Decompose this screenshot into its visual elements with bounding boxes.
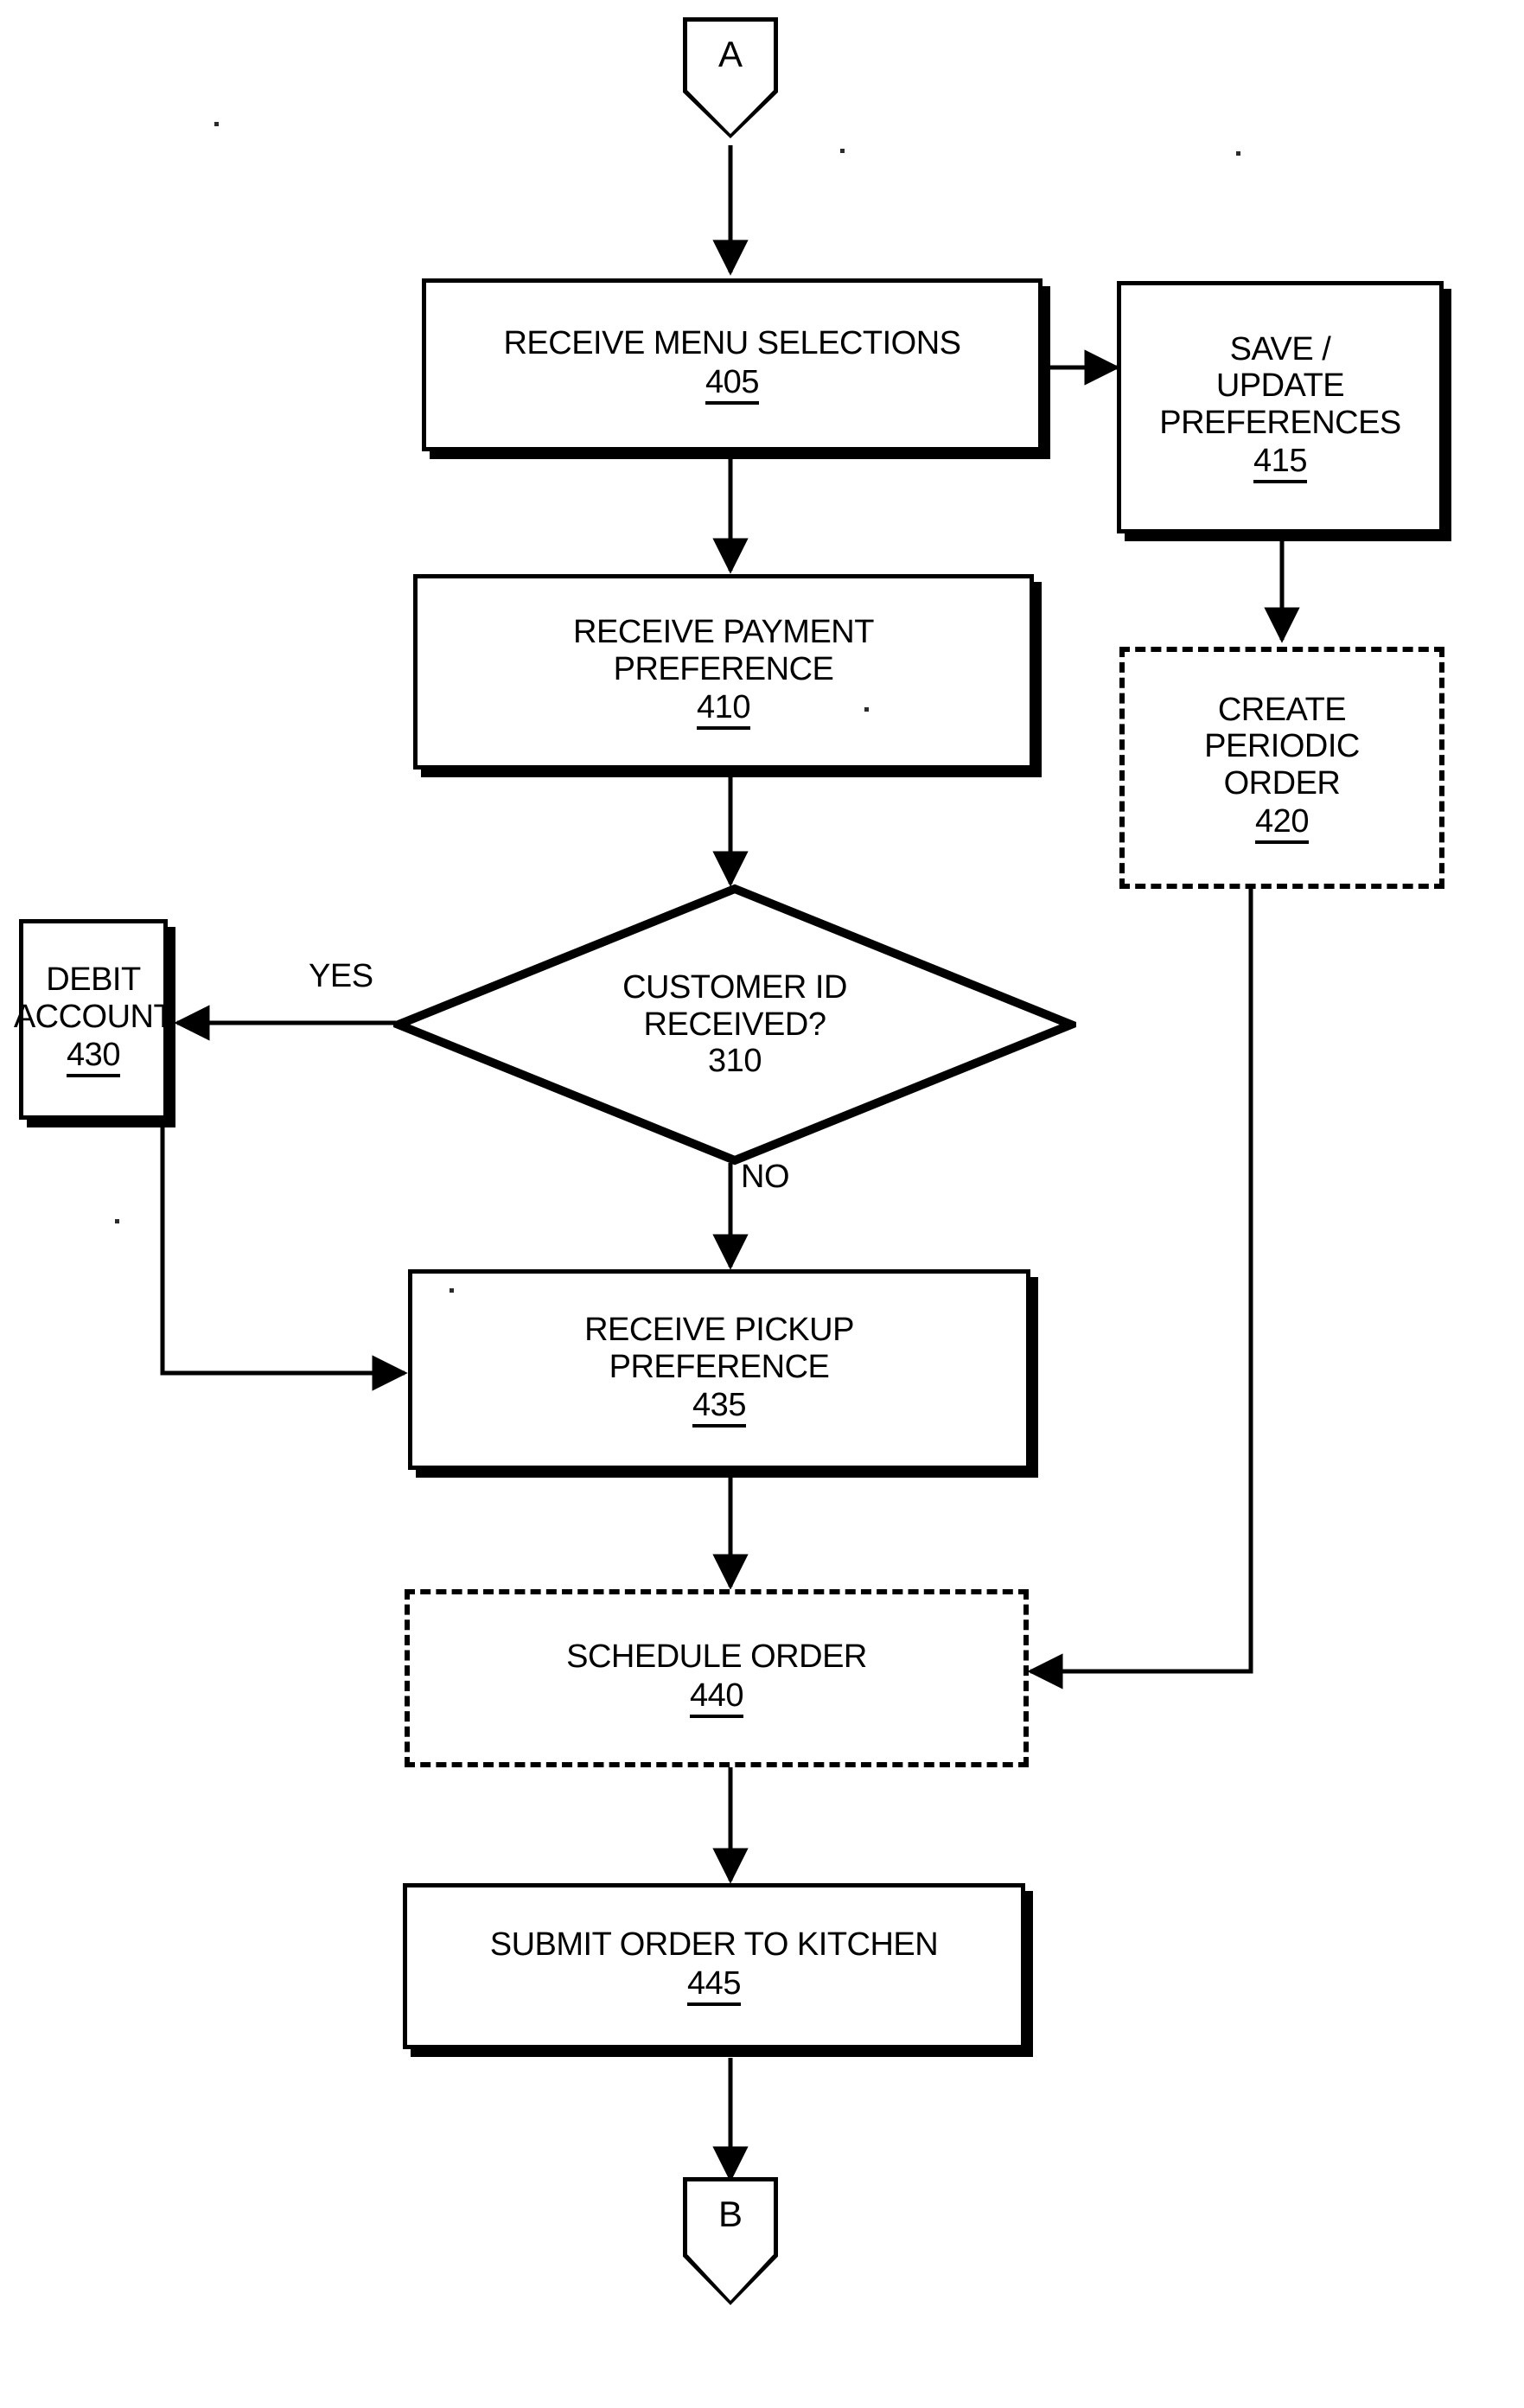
node-410-ref: 410: [697, 690, 750, 730]
node-415-ref: 415: [1253, 444, 1307, 484]
scan-speck: [1236, 151, 1240, 156]
node-create-periodic-order[interactable]: CREATE PERIODIC ORDER 420: [1119, 647, 1444, 889]
node-save-update-preferences[interactable]: SAVE / UPDATE PREFERENCES 415: [1117, 281, 1444, 533]
node-debit-account[interactable]: DEBIT ACCOUNT 430: [14, 919, 174, 1120]
node-receive-menu-selections[interactable]: RECEIVE MENU SELECTIONS 405: [422, 278, 1043, 451]
node-440-line1: SCHEDULE ORDER: [566, 1638, 867, 1676]
node-430-line2: ACCOUNT: [13, 998, 174, 1035]
node-420-line3: ORDER: [1223, 764, 1341, 802]
scan-speck: [840, 149, 845, 153]
node-410-line2: PREFERENCE: [613, 650, 834, 687]
node-415-line3: PREFERENCES: [1159, 404, 1401, 441]
node-310-text: CUSTOMER ID RECEIVED? 310: [393, 884, 1076, 1166]
scan-speck: [450, 1288, 454, 1293]
node-420-line1: CREATE: [1217, 691, 1347, 728]
node-415-line2: UPDATE: [1215, 367, 1345, 405]
node-430-ref: 430: [67, 1038, 120, 1077]
connector-b[interactable]: B: [683, 2177, 778, 2305]
node-submit-order-to-kitchen[interactable]: SUBMIT ORDER TO KITCHEN 445: [403, 1883, 1025, 2049]
scan-speck: [115, 1219, 119, 1223]
node-405-line1: RECEIVE MENU SELECTIONS: [503, 325, 961, 362]
edge-label-no: NO: [741, 1159, 790, 1195]
node-schedule-order[interactable]: SCHEDULE ORDER 440: [405, 1589, 1029, 1767]
edge-430-to-435: [160, 1124, 408, 1391]
node-445-line1: SUBMIT ORDER TO KITCHEN: [489, 1926, 939, 1964]
node-customer-id-received[interactable]: CUSTOMER ID RECEIVED? 310: [393, 884, 1076, 1166]
scan-speck: [214, 122, 219, 126]
node-440-ref: 440: [690, 1678, 743, 1718]
connector-a[interactable]: A: [683, 17, 778, 138]
node-receive-payment-preference[interactable]: RECEIVE PAYMENT PREFERENCE 410: [413, 574, 1034, 770]
connector-a-label: A: [717, 34, 743, 74]
node-410-line1: RECEIVE PAYMENT: [573, 614, 874, 650]
node-420-ref: 420: [1255, 804, 1309, 845]
connector-b-label: B: [717, 2194, 743, 2234]
node-415-line1: SAVE /: [1229, 330, 1331, 367]
node-430-line1: DEBIT: [46, 961, 141, 998]
node-310-line2: RECEIVED?: [643, 1006, 826, 1043]
edge-label-yes: YES: [309, 958, 373, 994]
node-435-line2: PREFERENCE: [609, 1348, 830, 1385]
node-405-ref: 405: [705, 365, 759, 405]
node-435-ref: 435: [692, 1388, 746, 1428]
node-420-line2: PERIODIC: [1204, 728, 1360, 765]
node-435-line1: RECEIVE PICKUP: [584, 1312, 854, 1348]
node-310-line1: CUSTOMER ID: [622, 969, 847, 1006]
scan-speck: [864, 707, 869, 712]
node-receive-pickup-preference[interactable]: RECEIVE PICKUP PREFERENCE 435: [408, 1269, 1030, 1470]
flowchart-canvas: A RECEIVE MENU SELECTIONS 405 SAVE / UPD…: [0, 0, 1524, 2408]
node-445-ref: 445: [687, 1966, 741, 2006]
node-310-ref: 310: [708, 1043, 762, 1080]
